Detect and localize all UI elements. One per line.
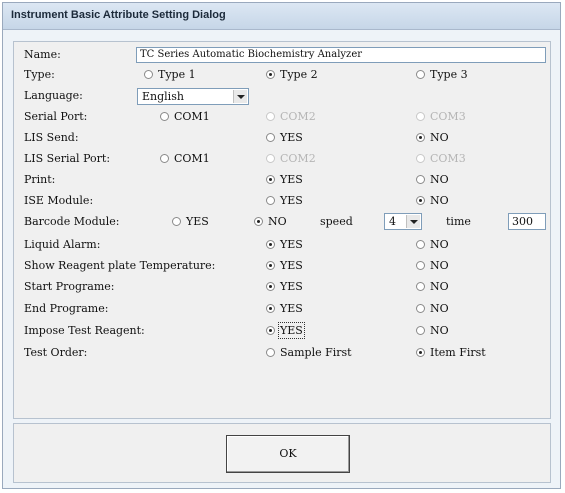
chevron-down-icon[interactable] <box>233 90 247 103</box>
radio-icon <box>266 348 275 357</box>
impose-test-reagent-yes-radio[interactable]: YES <box>266 322 305 339</box>
radio-icon <box>172 217 181 226</box>
start-programe-no-radio[interactable]: NO <box>416 280 449 293</box>
lis-com3-radio: COM3 <box>416 152 466 165</box>
radio-checked-icon <box>416 348 425 357</box>
name-label: Name: <box>24 48 61 61</box>
end-programe-label: End Programe: <box>24 302 109 315</box>
print-yes-radio[interactable]: YES <box>266 173 303 186</box>
barcode-no-radio[interactable]: NO <box>254 215 287 228</box>
lis-send-yes-radio[interactable]: YES <box>266 131 303 144</box>
speed-select[interactable]: 4 <box>384 213 422 230</box>
type-1-radio[interactable]: Type 1 <box>144 68 196 81</box>
start-programe-label: Start Programe: <box>24 280 115 293</box>
radio-icon <box>416 326 425 335</box>
radio-icon <box>144 70 153 79</box>
time-input[interactable]: 300 <box>508 213 546 230</box>
serial-com2-radio: COM2 <box>266 110 316 123</box>
radio-icon <box>416 261 425 270</box>
lis-send-label: LIS Send: <box>24 131 79 144</box>
language-value: English <box>142 90 184 103</box>
speed-value: 4 <box>389 215 396 228</box>
radio-icon <box>160 154 169 163</box>
lis-send-no-radio[interactable]: NO <box>416 131 449 144</box>
liquid-alarm-no-radio[interactable]: NO <box>416 238 449 251</box>
radio-icon <box>266 133 275 142</box>
serial-com1-radio[interactable]: COM1 <box>160 110 210 123</box>
radio-checked-icon <box>416 133 425 142</box>
radio-checked-icon <box>266 326 275 335</box>
radio-checked-icon <box>266 282 275 291</box>
radio-checked-icon <box>266 304 275 313</box>
radio-checked-icon <box>254 217 263 226</box>
show-reagent-temp-yes-radio[interactable]: YES <box>266 259 303 272</box>
ise-yes-radio[interactable]: YES <box>266 194 303 207</box>
barcode-yes-radio[interactable]: YES <box>172 215 209 228</box>
test-order-label: Test Order: <box>24 346 88 359</box>
radio-icon <box>416 112 425 121</box>
time-label: time <box>446 215 471 228</box>
lis-com2-radio: COM2 <box>266 152 316 165</box>
radio-icon <box>160 112 169 121</box>
ise-no-radio[interactable]: NO <box>416 194 449 207</box>
radio-checked-icon <box>266 175 275 184</box>
radio-icon <box>266 196 275 205</box>
radio-checked-icon <box>416 196 425 205</box>
liquid-alarm-yes-radio[interactable]: YES <box>266 238 303 251</box>
radio-icon <box>416 175 425 184</box>
dialog-window: Instrument Basic Attribute Setting Dialo… <box>2 2 561 489</box>
radio-icon <box>266 154 275 163</box>
sample-first-radio[interactable]: Sample First <box>266 346 352 359</box>
item-first-radio[interactable]: Item First <box>416 346 486 359</box>
impose-test-reagent-label: Impose Test Reagent: <box>24 324 145 337</box>
title-bar[interactable]: Instrument Basic Attribute Setting Dialo… <box>3 3 560 30</box>
end-programe-no-radio[interactable]: NO <box>416 302 449 315</box>
lis-serial-port-label: LIS Serial Port: <box>24 152 111 165</box>
end-programe-yes-radio[interactable]: YES <box>266 302 303 315</box>
serial-port-label: Serial Port: <box>24 110 88 123</box>
lis-com1-radio[interactable]: COM1 <box>160 152 210 165</box>
serial-com3-radio: COM3 <box>416 110 466 123</box>
name-input[interactable]: TC Series Automatic Biochemistry Analyze… <box>136 47 546 63</box>
radio-checked-icon <box>266 261 275 270</box>
liquid-alarm-label: Liquid Alarm: <box>24 238 101 251</box>
print-no-radio[interactable]: NO <box>416 173 449 186</box>
chevron-down-icon[interactable] <box>406 215 420 228</box>
radio-checked-icon <box>266 240 275 249</box>
radio-icon <box>416 154 425 163</box>
radio-icon <box>416 304 425 313</box>
settings-panel: Name: TC Series Automatic Biochemistry A… <box>13 41 551 419</box>
speed-label: speed <box>320 215 353 228</box>
radio-icon <box>416 240 425 249</box>
start-programe-yes-radio[interactable]: YES <box>266 280 303 293</box>
radio-icon <box>416 70 425 79</box>
type-3-radio[interactable]: Type 3 <box>416 68 468 81</box>
ok-button[interactable]: OK <box>226 435 350 473</box>
type-label: Type: <box>24 68 55 81</box>
type-2-radio[interactable]: Type 2 <box>266 68 318 81</box>
radio-icon <box>416 282 425 291</box>
show-reagent-temp-label: Show Reagent plate Temperature: <box>24 259 216 272</box>
dialog-title: Instrument Basic Attribute Setting Dialo… <box>11 9 226 21</box>
ise-module-label: ISE Module: <box>24 194 94 207</box>
impose-test-reagent-no-radio[interactable]: NO <box>416 324 449 337</box>
language-select[interactable]: English <box>137 88 249 105</box>
show-reagent-temp-no-radio[interactable]: NO <box>416 259 449 272</box>
radio-checked-icon <box>266 70 275 79</box>
print-label: Print: <box>24 173 56 186</box>
radio-icon <box>266 112 275 121</box>
barcode-module-label: Barcode Module: <box>24 215 120 228</box>
language-label: Language: <box>24 89 83 102</box>
